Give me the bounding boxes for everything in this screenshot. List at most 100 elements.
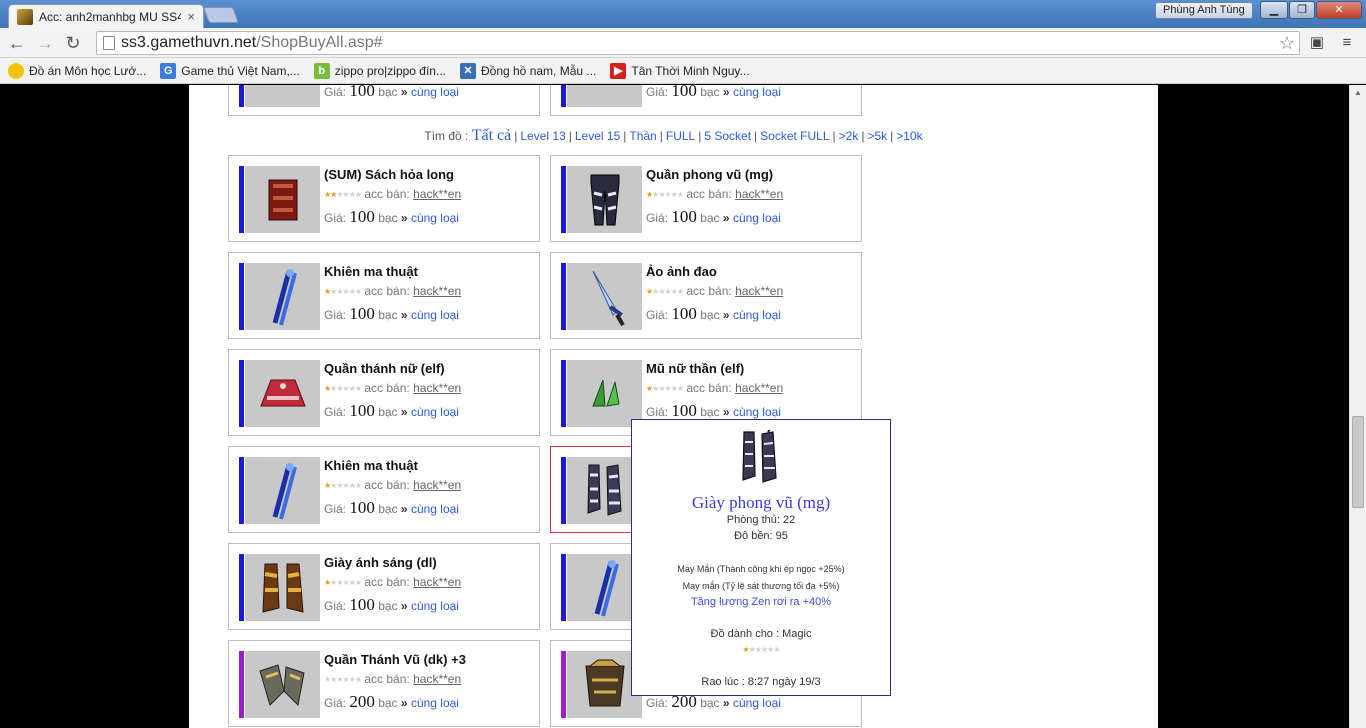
profile-button[interactable]: Phùng Anh Tùng (1155, 2, 1253, 19)
address-bar[interactable]: ss3.gamethuvn.net/ShopBuyAll.asp# ☆ (96, 31, 1300, 55)
item-meta: ★★★★★★ acc bán: hack**en (324, 381, 461, 395)
item-name[interactable]: Quần thánh nữ (elf) (324, 361, 445, 376)
g-icon: G (160, 62, 177, 79)
item-card[interactable]: Khiên ma thuật ★★★★★★ acc bán: hack**en Gi… (228, 252, 540, 339)
arrow-icon: » (722, 308, 730, 322)
page-scrollbar[interactable]: ▲ (1349, 85, 1366, 728)
item-card[interactable]: Ảo ảnh đao ★★★★★★ acc bán: hack**en Giá: 1… (550, 252, 862, 339)
item-name[interactable]: Khiên ma thuật (324, 458, 418, 473)
same-type-link[interactable]: cùng loại (411, 502, 459, 516)
seller-link[interactable]: hack**en (413, 672, 461, 686)
bookmark-item[interactable]: b zippo pro|zippo đín... (313, 62, 446, 79)
item-card[interactable]: Quần phong vũ (mg) ★★★★★★ acc bán: hack**… (550, 155, 862, 242)
scroll-up-arrow-icon[interactable]: ▲ (1350, 85, 1366, 101)
tooltip-option: May Mắn (Thành công khi ép ngọc +25%) (677, 564, 845, 574)
youtube-icon: ▶ (610, 62, 627, 79)
seller-link[interactable]: hack**en (413, 187, 461, 201)
item-name[interactable]: (SUM) Sách hỏa long (324, 167, 454, 182)
filter-link[interactable]: Tất cả (472, 127, 512, 144)
seller-link[interactable]: hack**en (735, 187, 783, 201)
item-card[interactable]: Giày ánh sáng (dl) ★★★★★★ acc bán: hack**… (228, 543, 540, 630)
new-tab-button[interactable] (203, 7, 239, 23)
tooltip-option-excellent: Tăng lượng Zen rơi ra +40% (690, 596, 832, 608)
filter-link[interactable]: Socket FULL (760, 129, 829, 143)
item-card[interactable]: Quần Thánh Vũ (dk) +3 ★★★★★★ acc bán: hac… (228, 640, 540, 727)
item-thumbnail (245, 85, 320, 107)
page-viewport: Giá: 100 bạc » cùng loại Giá: 100 bạc » … (0, 85, 1366, 728)
seller-label: acc bán: (364, 284, 410, 298)
item-card[interactable]: Quần thánh nữ (elf) ★★★★★★ acc bán: hack*… (228, 349, 540, 436)
seller-label: acc bán: (364, 575, 410, 589)
bookmarks-bar: Đồ án Môn học Lướ... G Game thủ Việt Nam,.… (0, 58, 1366, 84)
same-type-link[interactable]: cùng loại (411, 405, 459, 419)
same-type-link[interactable]: cùng loại (411, 599, 459, 613)
same-type-link[interactable]: cùng loại (411, 211, 459, 225)
minimize-button[interactable]: ▁ (1260, 1, 1288, 19)
seller-link[interactable]: hack**en (413, 478, 461, 492)
item-price: Giá: 200 bạc » cùng loại (324, 692, 459, 712)
item-meta: ★★★★★★ acc bán: hack**en (324, 672, 461, 686)
browser-tab[interactable]: Acc: anh2manhbg MU SS4 × (8, 4, 204, 28)
item-card[interactable]: (SUM) Sách hỏa long ★★★★★★ acc bán: hack*… (228, 155, 540, 242)
same-type-link[interactable]: cùng loại (733, 308, 781, 322)
item-thumbnail (245, 166, 320, 233)
price-value: 100 (349, 595, 375, 614)
item-name[interactable]: Khiên ma thuật (324, 264, 418, 279)
seller-label: acc bán: (364, 381, 410, 395)
bookmark-item[interactable]: Đồ án Môn học Lướ... (8, 62, 146, 79)
same-type-link[interactable]: cùng loại (733, 85, 781, 99)
menu-icon[interactable]: ≡ (1336, 32, 1358, 54)
same-type-link[interactable]: cùng loại (411, 696, 459, 710)
item-card[interactable]: Khiên ma thuật ★★★★★★ acc bán: hack**en Gi… (228, 446, 540, 533)
filter-link[interactable]: FULL (666, 129, 695, 143)
item-name[interactable]: Ảo ảnh đao (646, 264, 717, 279)
item-thumbnail (245, 457, 320, 524)
filter-link[interactable]: 5 Socket (704, 129, 751, 143)
seller-link[interactable]: hack**en (413, 381, 461, 395)
item-card[interactable]: Giá: 100 bạc » cùng loại (550, 85, 862, 116)
item-meta: ★★★★★★ acc bán: hack**en (324, 575, 461, 589)
same-type-link[interactable]: cùng loại (733, 405, 781, 419)
item-name[interactable]: Quần Thánh Vũ (dk) +3 (324, 652, 466, 667)
same-type-link[interactable]: cùng loại (733, 696, 781, 710)
same-type-link[interactable]: cùng loại (733, 211, 781, 225)
bookmark-item[interactable]: ▶ Tân Thời Minh Nguy... (610, 62, 750, 79)
seller-link[interactable]: hack**en (413, 575, 461, 589)
item-name[interactable]: Giày ánh sáng (dl) (324, 555, 437, 570)
x-icon: ✕ (459, 62, 476, 79)
filter-separator: | (514, 129, 518, 143)
maximize-button[interactable]: ❐ (1289, 1, 1315, 19)
tab-close-icon[interactable]: × (187, 9, 195, 24)
seller-link[interactable]: hack**en (413, 284, 461, 298)
currency-label: bạc (378, 405, 398, 419)
bookmark-star-icon[interactable]: ☆ (1279, 33, 1295, 54)
item-name[interactable]: Quần phong vũ (mg) (646, 167, 773, 182)
filter-separator: | (890, 129, 894, 143)
item-bar (561, 166, 566, 233)
item-name[interactable]: Mũ nữ thần (elf) (646, 361, 744, 376)
back-arrow-icon[interactable]: ← (6, 32, 28, 54)
scrollbar-thumb[interactable] (1352, 416, 1364, 508)
filter-link[interactable]: Level 15 (575, 129, 620, 143)
reload-icon[interactable]: ↻ (62, 32, 84, 54)
seller-link[interactable]: hack**en (735, 284, 783, 298)
item-meta: ★★★★★★ acc bán: hack**en (324, 284, 461, 298)
filter-link[interactable]: >5k (867, 129, 887, 143)
star-rating-icon: ★★★★★★ (324, 675, 362, 684)
filter-link[interactable]: Level 13 (520, 129, 565, 143)
price-value: 100 (671, 401, 697, 420)
forward-arrow-icon[interactable]: → (34, 32, 56, 54)
same-type-link[interactable]: cùng loại (411, 308, 459, 322)
extension-icon[interactable]: ▣ (1306, 32, 1328, 54)
filter-link[interactable]: >2k (839, 129, 859, 143)
filter-link[interactable]: Thần (629, 129, 656, 143)
close-window-button[interactable]: ✕ (1316, 1, 1362, 19)
seller-link[interactable]: hack**en (735, 381, 783, 395)
bookmark-item[interactable]: ✕ Đồng hồ nam, Mẫu ... (459, 62, 596, 79)
star-rating-icon: ★★★★★★ (324, 481, 362, 490)
currency-label: bạc (378, 308, 398, 322)
bookmark-item[interactable]: G Game thủ Việt Nam,... (160, 62, 300, 79)
same-type-link[interactable]: cùng loại (411, 85, 459, 99)
item-card[interactable]: Giá: 100 bạc » cùng loại (228, 85, 540, 116)
filter-link[interactable]: >10k (896, 129, 922, 143)
